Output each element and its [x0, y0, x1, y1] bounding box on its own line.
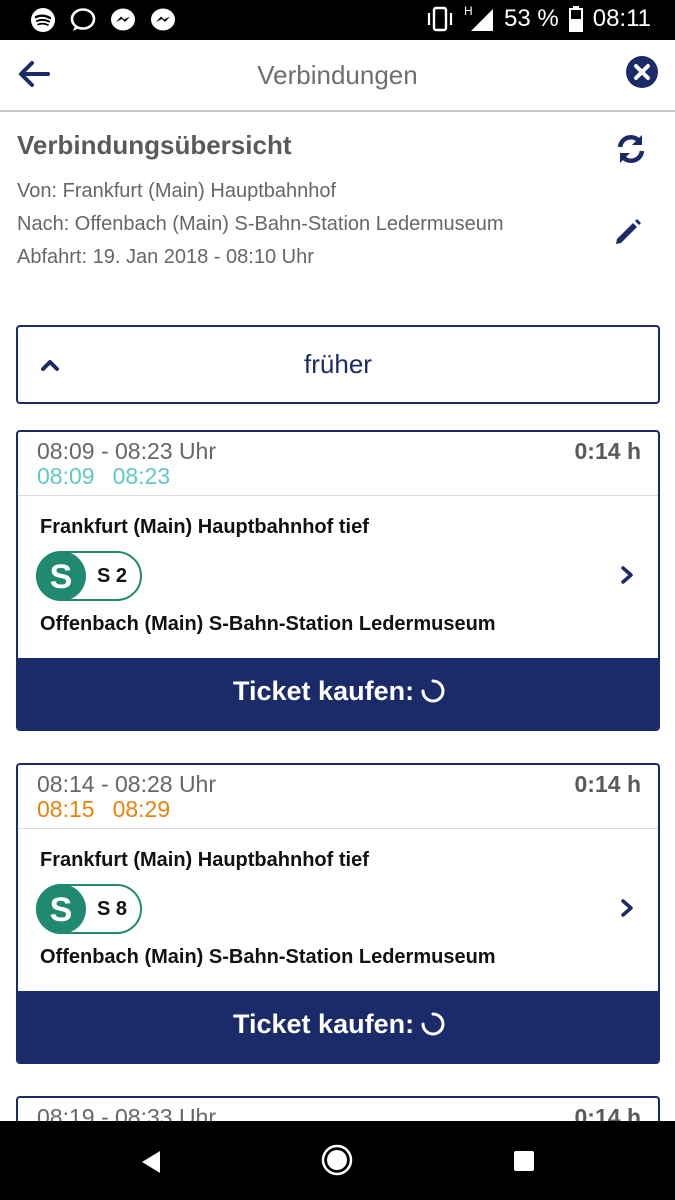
- sbahn-logo-icon: S: [36, 551, 86, 601]
- page-title: Verbindungen: [257, 60, 418, 90]
- overview-departure: Abfahrt: 19. Jan 2018 - 08:10 Uhr: [17, 246, 314, 268]
- nav-back-button[interactable]: [138, 1148, 164, 1176]
- system-nav-bar: [0, 1121, 675, 1200]
- overview-from: Von: Frankfurt (Main) Hauptbahnhof: [17, 180, 337, 202]
- buy-ticket-label: Ticket kaufen:: [233, 676, 415, 706]
- buy-ticket-button[interactable]: Ticket kaufen:: [18, 658, 658, 729]
- clock: 08:11: [592, 5, 651, 32]
- app-bar: Verbindungen: [0, 40, 675, 112]
- overview-title: Verbindungsübersicht: [17, 130, 292, 160]
- triangle-back-icon: [142, 1151, 160, 1173]
- connection-details-row[interactable]: Frankfurt (Main) Hauptbahnhof tief S S 8…: [18, 829, 658, 991]
- earlier-button[interactable]: früher: [16, 325, 660, 404]
- connection-header: 08:09 - 08:23 Uhr 08:09 08:23 0:14 h: [18, 432, 658, 496]
- status-bar: H 53 % 08:11: [0, 0, 675, 40]
- chevron-right-icon: [621, 566, 633, 584]
- battery-icon: [568, 6, 583, 32]
- chevron-right-icon: [621, 899, 633, 917]
- refresh-icon: [617, 134, 645, 164]
- realtime-times: 08:15 08:29: [37, 796, 170, 823]
- realtime-times: 08:09 08:23: [37, 463, 170, 490]
- vibrate-icon: [427, 6, 453, 32]
- realtime-departure: 08:15: [37, 796, 95, 822]
- message-icon: [70, 8, 96, 31]
- home-circle-icon: [321, 1144, 353, 1176]
- loading-spinner-icon: [421, 1012, 445, 1036]
- line-badge: S S 2: [36, 551, 142, 601]
- planned-times: 08:09 - 08:23 Uhr: [37, 438, 217, 464]
- realtime-arrival: 08:29: [112, 796, 171, 822]
- close-circle-icon: [626, 56, 658, 88]
- notification-icons: [30, 7, 176, 33]
- departure-station: Frankfurt (Main) Hauptbahnhof tief: [40, 516, 369, 538]
- close-button[interactable]: [625, 55, 659, 89]
- buy-ticket-label: Ticket kaufen:: [233, 1009, 415, 1039]
- loading-spinner-icon: [421, 679, 445, 703]
- svg-text:S: S: [50, 558, 73, 596]
- spotify-icon: [31, 8, 55, 32]
- planned-times: 08:14 - 08:28 Uhr: [37, 771, 217, 797]
- realtime-arrival: 08:23: [112, 463, 171, 489]
- travel-duration: 0:14 h: [574, 771, 641, 797]
- battery-percent: 53 %: [504, 5, 559, 32]
- nav-recents-button[interactable]: [512, 1149, 536, 1173]
- messenger-icon: [151, 8, 175, 31]
- overview-to: Nach: Offenbach (Main) S-Bahn-Station Le…: [17, 213, 504, 235]
- earlier-label: früher: [304, 349, 372, 379]
- line-badge: S S 8: [36, 884, 142, 934]
- buy-ticket-button[interactable]: Ticket kaufen:: [18, 991, 658, 1062]
- edit-button[interactable]: [612, 216, 644, 248]
- arrival-station: Offenbach (Main) S-Bahn-Station Ledermus…: [40, 946, 496, 968]
- network-type-label: H: [464, 5, 473, 18]
- connection-card: 08:09 - 08:23 Uhr 08:09 08:23 0:14 h Fra…: [16, 430, 660, 731]
- connection-header: 08:14 - 08:28 Uhr 08:15 08:29 0:14 h: [18, 765, 658, 829]
- connection-details-row[interactable]: Frankfurt (Main) Hauptbahnhof tief S S 2…: [18, 496, 658, 658]
- line-label: S 8: [97, 898, 128, 920]
- arrival-station: Offenbach (Main) S-Bahn-Station Ledermus…: [40, 613, 496, 635]
- svg-text:S: S: [50, 891, 73, 929]
- pencil-icon: [616, 219, 641, 244]
- nav-home-button[interactable]: [320, 1143, 354, 1177]
- square-recents-icon: [514, 1151, 534, 1171]
- connection-card: 08:14 - 08:28 Uhr 08:15 08:29 0:14 h Fra…: [16, 763, 660, 1064]
- realtime-departure: 08:09: [37, 463, 95, 489]
- line-label: S 2: [97, 565, 128, 587]
- signal-icon: H: [464, 5, 494, 31]
- system-status: H 53 % 08:11: [426, 5, 651, 33]
- messenger-icon: [111, 8, 135, 31]
- sbahn-logo-icon: S: [36, 884, 86, 934]
- travel-duration: 0:14 h: [574, 438, 641, 464]
- departure-station: Frankfurt (Main) Hauptbahnhof tief: [40, 849, 369, 871]
- refresh-button[interactable]: [614, 132, 648, 166]
